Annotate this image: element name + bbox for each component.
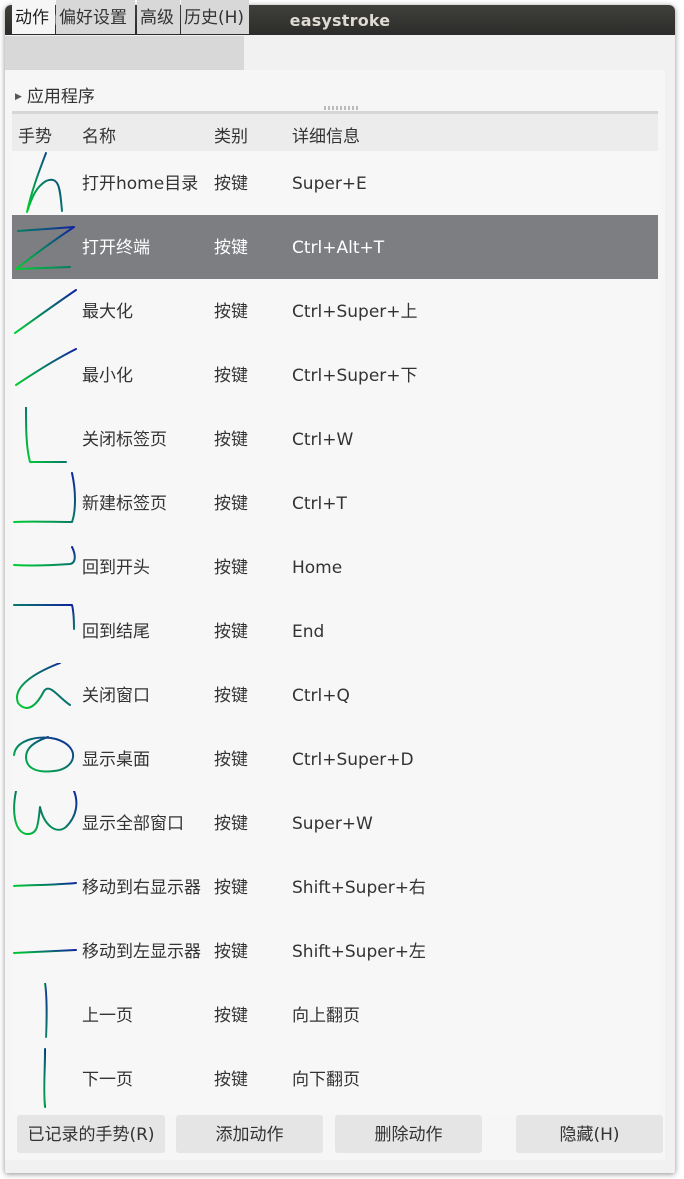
table-row[interactable]: 显示桌面 按键 Ctrl+Super+D	[12, 727, 658, 791]
action-type: 按键	[214, 558, 248, 578]
table-row[interactable]: 下一页 按键 向下翻页	[12, 1047, 658, 1111]
action-detail: Ctrl+Super+下	[292, 366, 418, 386]
stroke-j-icon	[13, 472, 76, 523]
stroke-hook-right-icon	[13, 546, 76, 567]
table-row[interactable]: 最小化 按键 Ctrl+Super+下	[12, 343, 658, 407]
column-header-gesture[interactable]: 手势	[18, 122, 52, 147]
action-type: 按键	[214, 622, 248, 642]
action-detail: Ctrl+T	[292, 494, 347, 514]
action-detail: End	[292, 622, 325, 642]
table-row[interactable]: 移动到左显示器 按键 Shift+Super+左	[12, 919, 658, 983]
action-type: 按键	[214, 942, 248, 962]
table-row[interactable]: 关闭标签页 按键 Ctrl+W	[12, 407, 658, 471]
action-detail: 向上翻页	[292, 1006, 360, 1026]
action-name: 显示全部窗口	[82, 814, 184, 834]
stroke-right-icon	[13, 882, 77, 887]
action-detail: Super+W	[292, 814, 373, 834]
action-detail: Shift+Super+左	[292, 942, 426, 962]
action-type: 按键	[214, 878, 248, 898]
tab-preferences[interactable]: 偏好设置	[56, 0, 135, 34]
tab-actions[interactable]: 动作	[12, 0, 55, 34]
action-type: 按键	[214, 814, 248, 834]
column-header-type[interactable]: 类别	[214, 122, 248, 147]
action-name: 回到开头	[82, 558, 150, 578]
table-row[interactable]: 移动到右显示器 按键 Shift+Super+右	[12, 855, 658, 919]
action-type: 按键	[214, 174, 248, 194]
action-type: 按键	[214, 1006, 248, 1026]
action-detail: Shift+Super+右	[292, 878, 426, 898]
action-name: 打开home目录	[82, 174, 199, 194]
action-name: 回到结尾	[82, 622, 150, 642]
expander-arrow-icon: ▶	[15, 92, 22, 102]
actions-list: 手势 名称 类别 详细信息 打开home目录 按键 Super+E 打开终端 按键 Ctr…	[12, 114, 658, 1114]
column-header-detail[interactable]: 详细信息	[292, 122, 360, 147]
stroke-w-icon	[13, 791, 78, 836]
table-row[interactable]: 打开终端 按键 Ctrl+Alt+T	[12, 215, 658, 279]
stroke-seven-icon	[13, 604, 75, 630]
table-row[interactable]: 关闭窗口 按键 Ctrl+Q	[12, 663, 658, 727]
action-detail: Ctrl+W	[292, 430, 354, 450]
stroke-diagonal-up-icon	[14, 289, 77, 334]
table-row[interactable]: 最大化 按键 Ctrl+Super+上	[12, 279, 658, 343]
action-detail: Ctrl+Alt+T	[292, 238, 385, 258]
action-type: 按键	[214, 366, 248, 386]
action-name: 最大化	[82, 302, 133, 322]
action-detail: Ctrl+Super+D	[292, 750, 414, 770]
stroke-h-icon	[26, 152, 63, 213]
action-type: 按键	[214, 238, 248, 258]
stroke-up-icon	[43, 1048, 46, 1108]
action-type: 按键	[214, 686, 248, 706]
action-type: 按键	[214, 302, 248, 322]
table-row[interactable]: 回到开头 按键 Home	[12, 535, 658, 599]
action-detail: Home	[292, 558, 343, 578]
stroke-loop-icon	[13, 736, 75, 773]
action-name: 移动到右显示器	[82, 878, 201, 898]
action-name: 移动到左显示器	[82, 942, 201, 962]
action-type: 按键	[214, 750, 248, 770]
pane-grip-handle[interactable]	[324, 106, 360, 110]
table-row[interactable]: 上一页 按键 向上翻页	[12, 983, 658, 1047]
hide-button[interactable]: 隐藏(H)	[516, 1115, 663, 1153]
list-header: 手势 名称 类别 详细信息	[12, 114, 658, 151]
table-row[interactable]: 回到结尾 按键 End	[12, 599, 658, 663]
action-name: 上一页	[82, 1006, 133, 1026]
action-type: 按键	[214, 494, 248, 514]
action-name: 下一页	[82, 1070, 133, 1090]
action-name: 显示桌面	[82, 750, 150, 770]
action-name: 关闭窗口	[82, 686, 150, 706]
table-row[interactable]: 新建标签页 按键 Ctrl+T	[12, 471, 658, 535]
action-detail: 向下翻页	[292, 1070, 360, 1090]
stroke-slant-up-icon	[15, 348, 77, 386]
table-row[interactable]: 显示全部窗口 按键 Super+W	[12, 791, 658, 855]
tab-bar	[5, 36, 244, 70]
tab-advanced[interactable]: 高级	[137, 0, 180, 34]
tab-history[interactable]: 历史(H)	[181, 0, 249, 34]
column-header-name[interactable]: 名称	[82, 122, 116, 147]
action-detail: Ctrl+Q	[292, 686, 350, 706]
action-name: 新建标签页	[82, 494, 167, 514]
action-name: 关闭标签页	[82, 430, 167, 450]
action-detail: Super+E	[292, 174, 367, 194]
action-detail: Ctrl+Super+上	[292, 302, 418, 322]
table-row[interactable]: 打开home目录 按键 Super+E	[12, 151, 658, 215]
delete-action-button[interactable]: 删除动作	[335, 1115, 482, 1153]
action-name: 打开终端	[82, 238, 150, 258]
stroke-l-icon	[25, 407, 67, 463]
action-type: 按键	[214, 1070, 248, 1090]
action-name: 最小化	[82, 366, 133, 386]
apps-expander-label: 应用程序	[26, 87, 95, 107]
stroke-alpha-icon	[16, 663, 71, 709]
action-type: 按键	[214, 430, 248, 450]
recorded-gestures-button[interactable]: 已记录的手势(R)	[17, 1115, 165, 1153]
stroke-down-icon	[44, 983, 48, 1038]
add-action-button[interactable]: 添加动作	[176, 1115, 323, 1153]
stroke-z-icon	[15, 226, 75, 270]
stroke-left-icon	[13, 949, 77, 954]
apps-expander[interactable]: ▶ 应用程序	[15, 82, 95, 107]
